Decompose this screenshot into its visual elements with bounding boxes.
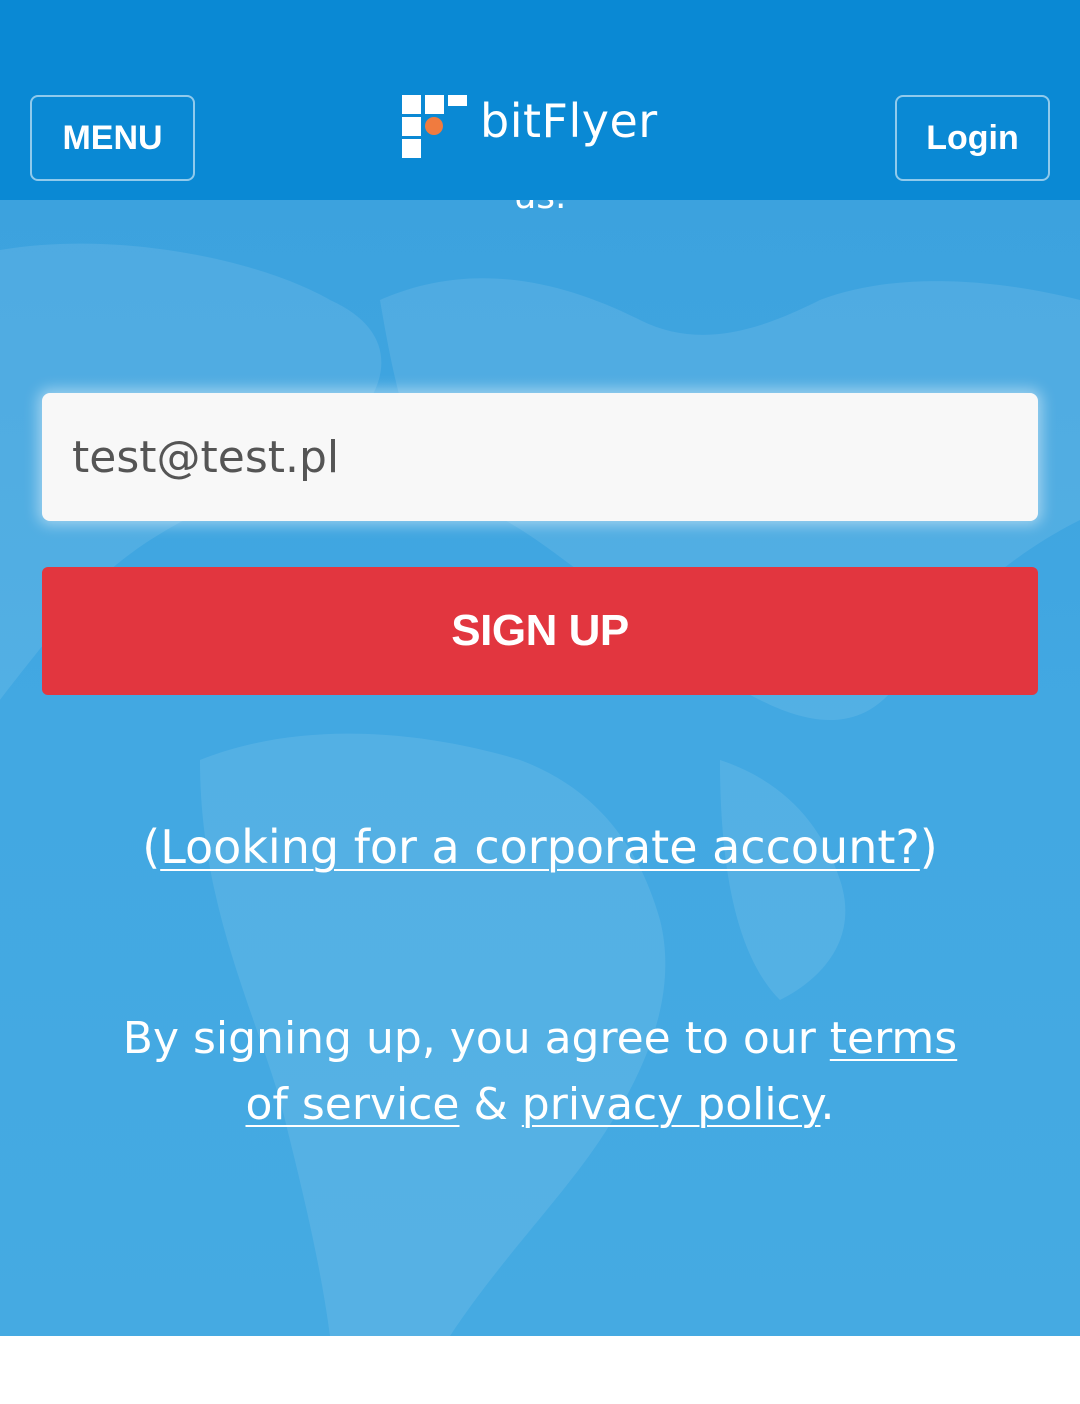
email-field[interactable] bbox=[42, 393, 1038, 521]
corporate-account-prompt: (Looking for a corporate account?) bbox=[0, 820, 1080, 874]
hero-section: us. SIGN UP (Looking for a corporate acc… bbox=[0, 0, 1080, 1336]
terms-prefix: By signing up, you agree to our bbox=[122, 1013, 830, 1064]
brand-name: bitFlyer bbox=[480, 94, 658, 148]
brand-logo[interactable]: bitFlyer bbox=[402, 93, 664, 159]
login-button[interactable]: Login bbox=[895, 95, 1050, 181]
corporate-close-paren: ) bbox=[919, 820, 938, 874]
menu-button[interactable]: MENU bbox=[30, 95, 195, 181]
corporate-account-link[interactable]: Looking for a corporate account? bbox=[160, 820, 920, 874]
terms-suffix: . bbox=[820, 1079, 835, 1130]
bitflyer-logo-icon bbox=[402, 95, 467, 158]
corporate-open-paren: ( bbox=[142, 820, 161, 874]
page: us. SIGN UP (Looking for a corporate acc… bbox=[0, 0, 1080, 1404]
top-header: MENU bitFlyer Login bbox=[0, 0, 1080, 200]
terms-joiner: & bbox=[459, 1079, 522, 1130]
privacy-policy-link[interactable]: privacy policy bbox=[522, 1079, 821, 1130]
sign-up-button[interactable]: SIGN UP bbox=[42, 567, 1038, 695]
terms-agreement-text: By signing up, you agree to our terms of… bbox=[100, 1006, 980, 1138]
